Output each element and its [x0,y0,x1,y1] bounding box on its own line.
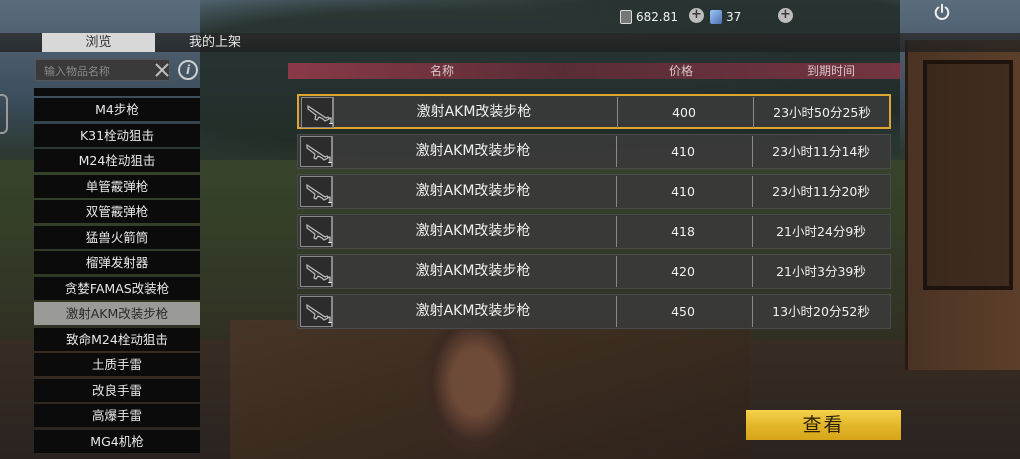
power-button[interactable] [926,0,958,24]
background-window-frame [923,60,1013,290]
clear-icon[interactable] [155,63,169,77]
list-item[interactable]: 贪婪FAMAS改装枪 [34,276,200,300]
row-price: 400 [672,105,696,120]
add-gems-button[interactable]: + [778,8,793,23]
table-row[interactable]: 1 激射AKM改装步枪 410 23小时11分14秒 [297,134,891,169]
view-button[interactable]: 查看 [746,410,901,440]
item-category-panel: i M4步枪 K31栓动狙击 M24栓动狙击 单管霰弹枪 双管霰弹枪 猛兽火箭筒… [29,56,207,455]
row-price: 450 [671,304,695,319]
table-row[interactable]: 1 激射AKM改装步枪 410 23小时11分20秒 [297,174,891,209]
item-thumbnail: 1 [300,296,333,327]
item-thumbnail: 1 [300,216,333,247]
rifle-icon [306,143,329,161]
row-expire-time: 21小时3分39秒 [776,264,866,279]
column-header-expire: 到期时间 [806,64,855,78]
gem-amount: 37 [726,10,742,24]
list-item[interactable]: 改良手雷 [34,378,200,402]
list-item[interactable]: 致命M24栓动狙击 [34,327,200,351]
column-header-name: 名称 [429,64,454,78]
tab-bar: 浏览 我的上架 [0,33,1020,52]
list-item[interactable]: 土质手雷 [34,353,200,376]
top-status-bar: 682.81 + 37 + [0,0,1020,32]
help-icon[interactable]: i [178,60,198,80]
list-item[interactable]: 高爆手雷 [34,404,200,427]
table-row[interactable]: 1 激射AKM改装步枪 420 21小时3分39秒 [297,254,891,289]
row-price: 410 [671,144,695,159]
search-box [35,59,170,82]
list-item-partial [34,88,200,96]
plus-icon: + [691,7,702,22]
row-expire-time: 13小时20分52秒 [772,304,870,319]
row-item-name: 激射AKM改装步枪 [415,303,531,319]
coin-balance: 682.81 [620,8,678,26]
list-item[interactable]: 双管霰弹枪 [34,200,200,223]
table-row-selected[interactable]: 1 激射AKM改装步枪 400 23小时50分25秒 [297,94,891,129]
rifle-icon [306,263,329,281]
coin-icon [620,10,632,24]
background-house [905,40,1020,370]
rifle-icon [306,223,329,241]
list-item[interactable]: M24栓动狙击 [34,149,200,172]
row-price: 420 [671,264,695,279]
search-input[interactable] [36,61,146,82]
listing-table-header: 名称 价格 到期时间 [288,63,901,79]
row-expire-time: 21小时24分9秒 [776,224,866,239]
list-item[interactable]: M4步枪 [34,98,200,121]
row-expire-time: 23小时11分20秒 [772,184,870,199]
rifle-icon [307,104,330,122]
row-price: 410 [671,184,695,199]
gem-balance: 37 [710,8,741,26]
list-item-selected[interactable]: 激射AKM改装步枪 [34,302,200,325]
row-price: 418 [671,224,695,239]
row-item-name: 激射AKM改装步枪 [415,263,531,279]
list-item[interactable]: K31栓动狙击 [34,123,200,147]
item-thumbnail: 1 [301,97,334,128]
row-item-name: 激射AKM改装步枪 [415,223,531,239]
power-icon [934,3,950,20]
table-row[interactable]: 1 激射AKM改装步枪 418 21小时24分9秒 [297,214,891,249]
list-item[interactable]: 猛兽火箭筒 [34,225,200,249]
table-row[interactable]: 1 激射AKM改装步枪 450 13小时20分52秒 [297,294,891,329]
add-coins-button[interactable]: + [689,8,704,23]
background-character [420,330,530,459]
list-item[interactable]: 单管霰弹枪 [34,174,200,198]
row-expire-time: 23小时50分25秒 [773,105,871,120]
item-thumbnail: 1 [300,256,333,287]
tab-my-listings[interactable]: 我的上架 [160,33,270,52]
row-item-name: 激射AKM改装步枪 [415,183,531,199]
item-thumbnail: 1 [300,176,333,207]
list-item[interactable]: 榴弹发射器 [34,251,200,274]
tab-browse[interactable]: 浏览 [42,33,155,52]
gem-icon [710,10,722,24]
row-item-name: 激射AKM改装步枪 [416,104,532,120]
side-drawer-handle[interactable] [0,94,8,134]
column-header-price: 价格 [668,64,693,78]
rifle-icon [306,183,329,201]
row-expire-time: 23小时11分14秒 [772,144,870,159]
list-item[interactable]: MG4机枪 [34,429,200,453]
rifle-icon [306,303,329,321]
coin-amount: 682.81 [636,10,678,24]
item-list[interactable]: M4步枪 K31栓动狙击 M24栓动狙击 单管霰弹枪 双管霰弹枪 猛兽火箭筒 榴… [34,88,200,454]
plus-icon: + [780,7,791,22]
row-item-name: 激射AKM改装步枪 [415,143,531,159]
item-thumbnail: 1 [300,136,333,167]
